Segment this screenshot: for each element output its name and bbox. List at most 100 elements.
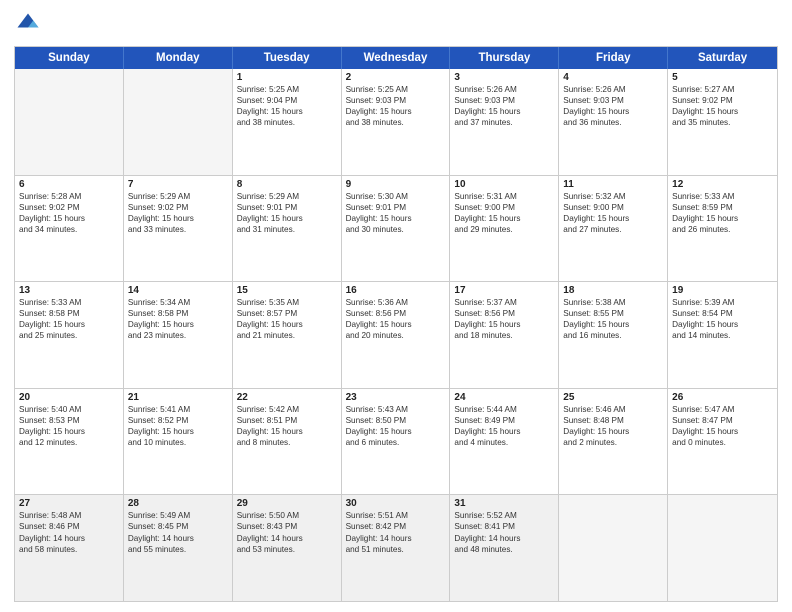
cell-info-line: and 18 minutes. [454, 330, 554, 341]
cell-info-line: Daylight: 15 hours [563, 213, 663, 224]
cell-info-line: Sunrise: 5:47 AM [672, 404, 773, 415]
cell-info-line: and 12 minutes. [19, 437, 119, 448]
cell-info-line: Sunset: 9:03 PM [563, 95, 663, 106]
day-number: 26 [672, 392, 773, 403]
cell-info-line: Sunset: 8:50 PM [346, 415, 446, 426]
calendar-cell: 30Sunrise: 5:51 AMSunset: 8:42 PMDayligh… [342, 495, 451, 601]
calendar-cell: 18Sunrise: 5:38 AMSunset: 8:55 PMDayligh… [559, 282, 668, 388]
calendar-cell: 31Sunrise: 5:52 AMSunset: 8:41 PMDayligh… [450, 495, 559, 601]
cell-info-line: Sunset: 8:52 PM [128, 415, 228, 426]
calendar-cell: 13Sunrise: 5:33 AMSunset: 8:58 PMDayligh… [15, 282, 124, 388]
day-number: 12 [672, 179, 773, 190]
calendar-cell: 25Sunrise: 5:46 AMSunset: 8:48 PMDayligh… [559, 389, 668, 495]
calendar-cell: 15Sunrise: 5:35 AMSunset: 8:57 PMDayligh… [233, 282, 342, 388]
cell-info-line: Daylight: 14 hours [19, 533, 119, 544]
cell-info-line: and 14 minutes. [672, 330, 773, 341]
cell-info-line: Sunset: 8:47 PM [672, 415, 773, 426]
cell-info-line: Sunrise: 5:51 AM [346, 510, 446, 521]
day-number: 29 [237, 498, 337, 509]
day-number: 20 [19, 392, 119, 403]
cell-info-line: Sunrise: 5:30 AM [346, 191, 446, 202]
calendar-cell: 5Sunrise: 5:27 AMSunset: 9:02 PMDaylight… [668, 69, 777, 175]
day-number: 21 [128, 392, 228, 403]
calendar-cell [124, 69, 233, 175]
calendar-row: 27Sunrise: 5:48 AMSunset: 8:46 PMDayligh… [15, 495, 777, 601]
cell-info-line: Sunset: 8:53 PM [19, 415, 119, 426]
calendar-header: SundayMondayTuesdayWednesdayThursdayFrid… [15, 47, 777, 69]
calendar-cell [15, 69, 124, 175]
day-number: 24 [454, 392, 554, 403]
cell-info-line: Sunrise: 5:40 AM [19, 404, 119, 415]
cell-info-line: Daylight: 15 hours [672, 106, 773, 117]
cell-info-line: Daylight: 15 hours [128, 426, 228, 437]
cell-info-line: Daylight: 15 hours [672, 213, 773, 224]
day-number: 1 [237, 72, 337, 83]
header [14, 10, 778, 38]
cell-info-line: Sunrise: 5:39 AM [672, 297, 773, 308]
cell-info-line: Sunrise: 5:42 AM [237, 404, 337, 415]
cell-info-line: Sunset: 8:56 PM [346, 308, 446, 319]
cell-info-line: Sunrise: 5:38 AM [563, 297, 663, 308]
cell-info-line: Sunset: 9:04 PM [237, 95, 337, 106]
cell-info-line: Sunrise: 5:44 AM [454, 404, 554, 415]
cell-info-line: Daylight: 15 hours [563, 426, 663, 437]
calendar-cell: 23Sunrise: 5:43 AMSunset: 8:50 PMDayligh… [342, 389, 451, 495]
cell-info-line: Sunrise: 5:46 AM [563, 404, 663, 415]
cell-info-line: and 48 minutes. [454, 544, 554, 555]
calendar-cell: 7Sunrise: 5:29 AMSunset: 9:02 PMDaylight… [124, 176, 233, 282]
calendar-cell: 22Sunrise: 5:42 AMSunset: 8:51 PMDayligh… [233, 389, 342, 495]
day-number: 4 [563, 72, 663, 83]
day-number: 31 [454, 498, 554, 509]
calendar-cell: 29Sunrise: 5:50 AMSunset: 8:43 PMDayligh… [233, 495, 342, 601]
cell-info-line: Daylight: 15 hours [346, 106, 446, 117]
cell-info-line: Daylight: 15 hours [346, 319, 446, 330]
cell-info-line: Sunrise: 5:49 AM [128, 510, 228, 521]
calendar-cell: 9Sunrise: 5:30 AMSunset: 9:01 PMDaylight… [342, 176, 451, 282]
calendar-body: 1Sunrise: 5:25 AMSunset: 9:04 PM Daylight… [15, 69, 777, 601]
day-number: 23 [346, 392, 446, 403]
day-number: 14 [128, 285, 228, 296]
cell-info-line: Sunrise: 5:33 AM [672, 191, 773, 202]
calendar-cell: 16Sunrise: 5:36 AMSunset: 8:56 PMDayligh… [342, 282, 451, 388]
day-number: 22 [237, 392, 337, 403]
cell-info-line: Daylight: 15 hours [237, 319, 337, 330]
calendar-cell: 11Sunrise: 5:32 AMSunset: 9:00 PMDayligh… [559, 176, 668, 282]
cell-info-line: Daylight: 15 hours [19, 426, 119, 437]
cell-info-line: Daylight: 15 hours [672, 319, 773, 330]
cell-info-line: Sunset: 8:54 PM [672, 308, 773, 319]
day-number: 9 [346, 179, 446, 190]
cell-info-line: Daylight: 15 hours [346, 426, 446, 437]
weekday-header: Sunday [15, 47, 124, 69]
cell-info-line: and 29 minutes. [454, 224, 554, 235]
calendar-cell: 27Sunrise: 5:48 AMSunset: 8:46 PMDayligh… [15, 495, 124, 601]
cell-info-line: Daylight: 15 hours [672, 426, 773, 437]
cell-info-line: Daylight: 15 hours [128, 319, 228, 330]
cell-info-line: and 38 minutes. [237, 117, 337, 128]
cell-info-line: Sunset: 8:43 PM [237, 521, 337, 532]
cell-info-line: and 27 minutes. [563, 224, 663, 235]
cell-info-line: Sunrise: 5:41 AM [128, 404, 228, 415]
cell-info-line: Sunset: 8:57 PM [237, 308, 337, 319]
cell-info-line: and 37 minutes. [454, 117, 554, 128]
calendar-cell: 4Sunrise: 5:26 AMSunset: 9:03 PMDaylight… [559, 69, 668, 175]
day-number: 3 [454, 72, 554, 83]
cell-info-line: Sunset: 9:00 PM [454, 202, 554, 213]
weekday-header: Friday [559, 47, 668, 69]
cell-info-line: Daylight: 15 hours [346, 213, 446, 224]
weekday-header: Wednesday [342, 47, 451, 69]
calendar-cell: 3Sunrise: 5:26 AMSunset: 9:03 PMDaylight… [450, 69, 559, 175]
day-number: 16 [346, 285, 446, 296]
cell-info-line: Sunrise: 5:29 AM [237, 191, 337, 202]
cell-info-line: Sunrise: 5:25 AM [237, 84, 337, 95]
cell-info-line: and 55 minutes. [128, 544, 228, 555]
calendar-cell [559, 495, 668, 601]
calendar-row: 6Sunrise: 5:28 AMSunset: 9:02 PMDaylight… [15, 176, 777, 283]
calendar-cell: 12Sunrise: 5:33 AMSunset: 8:59 PMDayligh… [668, 176, 777, 282]
cell-info-line: Sunrise: 5:43 AM [346, 404, 446, 415]
cell-info-line: Sunset: 9:01 PM [237, 202, 337, 213]
cell-info-line: and 0 minutes. [672, 437, 773, 448]
cell-info-line: Sunset: 9:00 PM [563, 202, 663, 213]
calendar-cell: 24Sunrise: 5:44 AMSunset: 8:49 PMDayligh… [450, 389, 559, 495]
calendar-row: 20Sunrise: 5:40 AMSunset: 8:53 PMDayligh… [15, 389, 777, 496]
cell-info-line: Sunrise: 5:34 AM [128, 297, 228, 308]
